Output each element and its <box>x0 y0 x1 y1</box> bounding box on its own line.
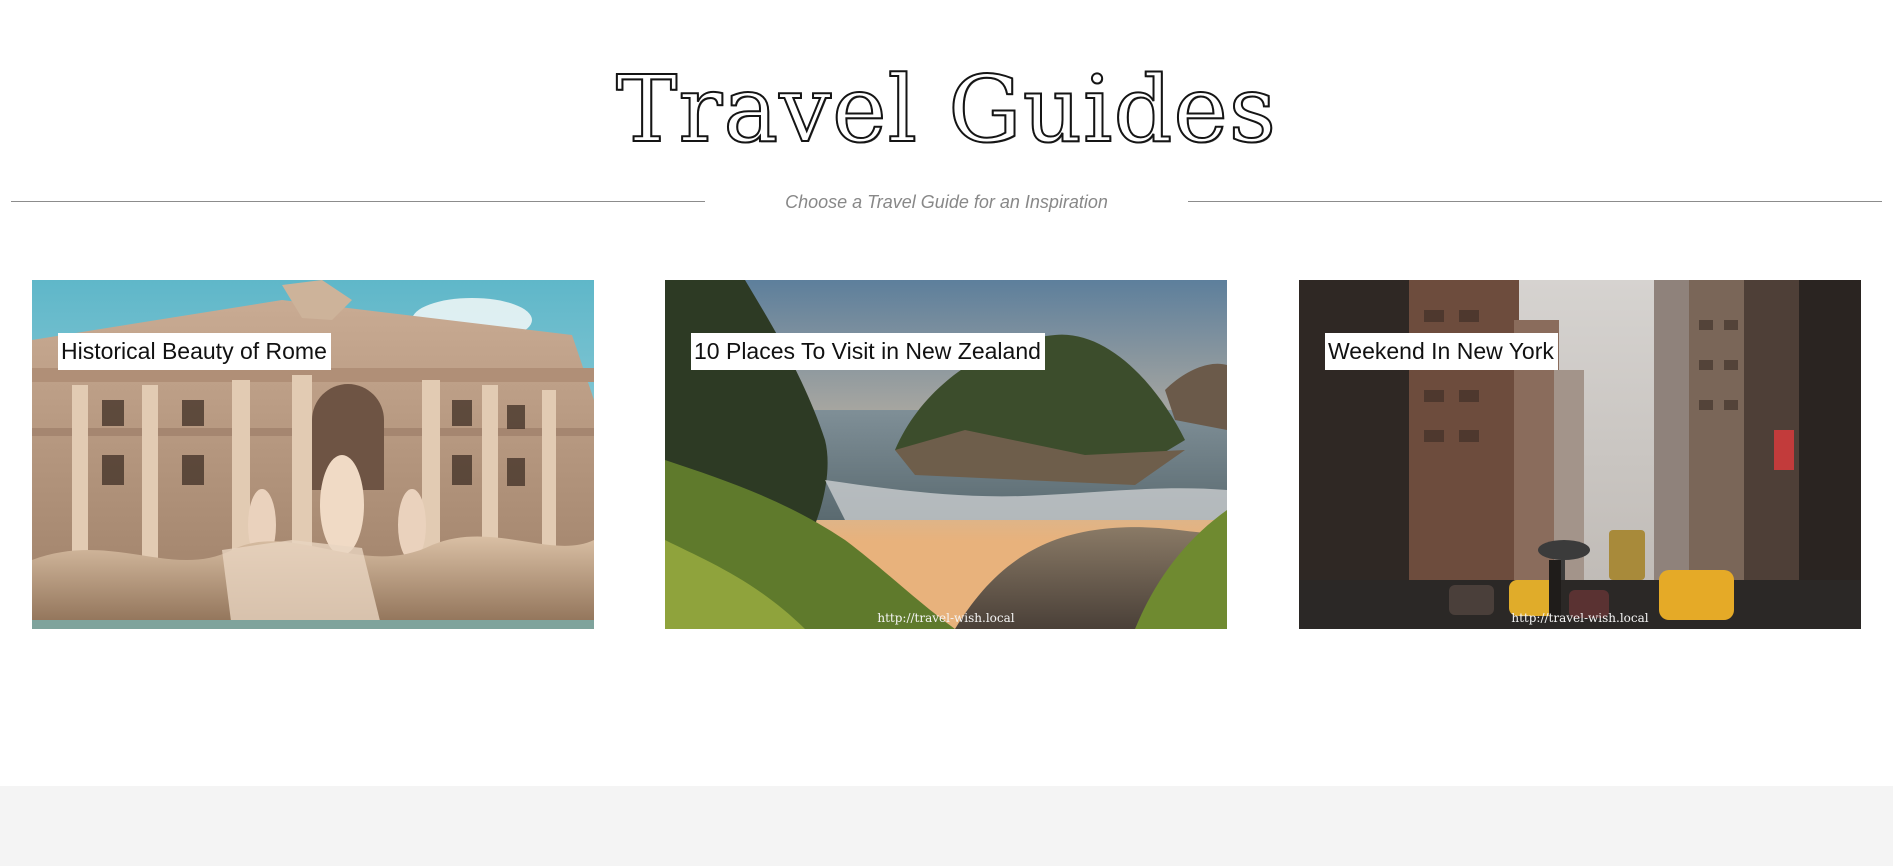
guide-card-new-zealand[interactable]: 10 Places To Visit in New Zealand http:/… <box>665 280 1227 629</box>
page-title: Travel Guides <box>615 56 1277 163</box>
guide-card-new-york[interactable]: Weekend In New York http://travel-wish.l… <box>1299 280 1861 629</box>
page-header: Travel Guides Choose a Travel Guide for … <box>0 0 1893 240</box>
divider-left <box>11 201 705 202</box>
page-subtitle: Choose a Travel Guide for an Inspiration <box>785 192 1108 212</box>
guide-card-rome[interactable]: Historical Beauty of Rome <box>32 280 594 629</box>
guide-card-url: http://travel-wish.local <box>1511 611 1649 625</box>
guide-card-title: 10 Places To Visit in New Zealand <box>691 333 1045 370</box>
guide-card-url: http://travel-wish.local <box>877 611 1015 625</box>
guide-card-title: Historical Beauty of Rome <box>58 333 331 370</box>
page-footer <box>0 786 1893 866</box>
guide-card-title: Weekend In New York <box>1325 333 1558 370</box>
divider-right <box>1188 201 1882 202</box>
